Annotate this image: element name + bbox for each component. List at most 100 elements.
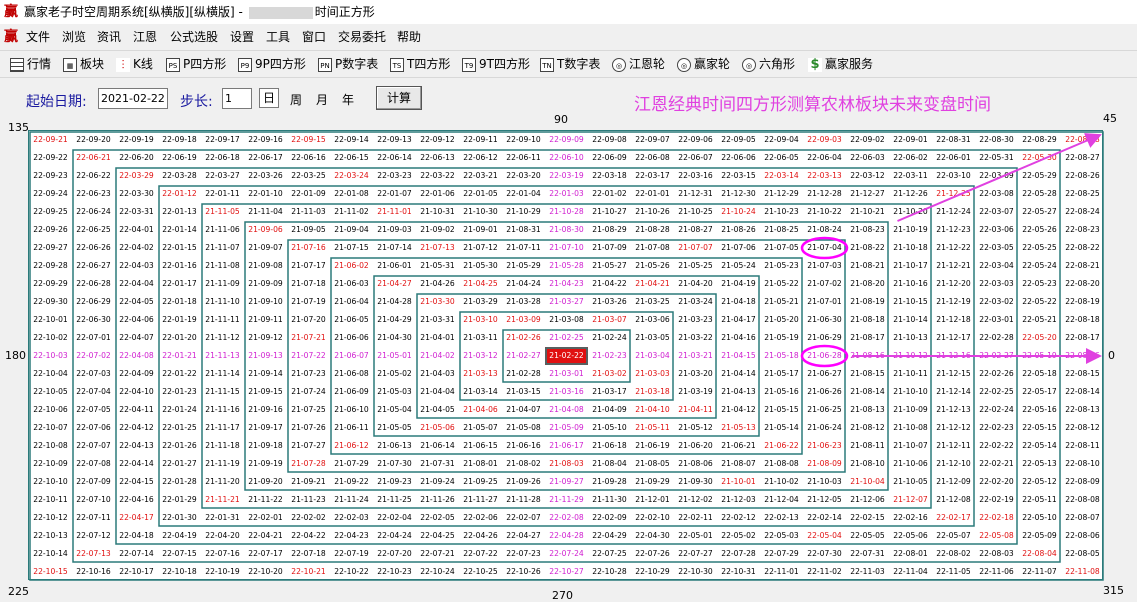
grid-cell: 21-04-18 <box>721 297 756 306</box>
grid-cell: 21-11-09 <box>205 279 240 288</box>
grid-cell: 21-03-08 <box>549 315 584 324</box>
grid-cell: 21-03-06 <box>635 315 670 324</box>
grid-cell: 22-07-07 <box>76 441 111 450</box>
grid-cell: 22-08-30 <box>979 135 1014 144</box>
menu-formula[interactable]: 公式选股 <box>170 26 218 48</box>
grid-cell: 21-12-31 <box>678 189 713 198</box>
unit-day[interactable]: 日 <box>259 88 279 108</box>
tb-t-square[interactable]: TS T四方形 <box>390 51 450 77</box>
grid-cell: 22-08-15 <box>1065 369 1100 378</box>
step-label: 步长: <box>180 94 213 110</box>
grid-cell: 22-08-19 <box>1065 297 1100 306</box>
grid-cell: 22-04-04 <box>119 279 154 288</box>
grid-cell: 21-10-05 <box>893 477 928 486</box>
grid-cell: 22-09-06 <box>678 135 713 144</box>
grid-cell: 22-11-07 <box>1022 567 1057 576</box>
grid-cell: 22-02-08 <box>549 513 584 522</box>
blocks-icon: ▦ <box>63 57 77 72</box>
menu-settings[interactable]: 设置 <box>230 26 254 48</box>
grid-cell: 21-03-02 <box>592 369 627 378</box>
tb-t-table[interactable]: TN T数字表 <box>540 51 600 77</box>
grid-cell: 21-10-14 <box>893 315 928 324</box>
unit-week[interactable]: 周 <box>290 91 302 108</box>
tb-p-table[interactable]: PN P数字表 <box>318 51 378 77</box>
grid-cell: 21-06-07 <box>334 351 369 360</box>
grid-cell: 21-11-24 <box>334 495 369 504</box>
step-input[interactable] <box>222 88 252 109</box>
menu-browse[interactable]: 浏览 <box>62 26 86 48</box>
tb-service[interactable]: $ 赢家服务 <box>808 51 873 77</box>
grid-cell: 22-08-06 <box>1065 531 1100 540</box>
grid-cell: 21-02-25 <box>549 333 584 342</box>
grid-cell: 21-05-22 <box>764 279 799 288</box>
grid-cell: 22-03-04 <box>979 261 1014 270</box>
grid-cell: 22-01-29 <box>162 495 197 504</box>
grid-cell: 21-07-09 <box>592 243 627 252</box>
unit-year[interactable]: 年 <box>342 91 354 108</box>
grid-cell: 21-12-06 <box>850 495 885 504</box>
grid-cell: 22-05-13 <box>1022 459 1057 468</box>
tb-p-square[interactable]: PS P四方形 <box>166 51 226 77</box>
grid-cell: 22-07-09 <box>76 477 111 486</box>
grid-cell: 21-10-24 <box>721 207 756 216</box>
tb-quotes[interactable]: 行情 <box>10 51 51 77</box>
grid-cell: 22-02-17 <box>936 513 971 522</box>
blurred-region <box>248 6 313 19</box>
menu-gann[interactable]: 江恩 <box>133 26 157 48</box>
grid-cell: 21-12-08 <box>936 495 971 504</box>
tb-kline[interactable]: ⫶ K线 <box>116 51 153 77</box>
grid-cell: 22-06-13 <box>420 153 455 162</box>
grid-cell: 21-08-11 <box>850 441 885 450</box>
headline: 江恩经典时间四方形测算农林板块未来变盘时间 <box>634 95 991 115</box>
grid-cell: 22-03-02 <box>979 297 1014 306</box>
grid-cell: 21-11-29 <box>549 495 584 504</box>
tb-winner-wheel[interactable]: ◎ 赢家轮 <box>677 51 730 77</box>
unit-month[interactable]: 月 <box>316 91 328 108</box>
menu-help[interactable]: 帮助 <box>397 26 421 48</box>
grid-cell: 21-08-10 <box>850 459 885 468</box>
menu-file[interactable]: 文件 <box>26 26 50 48</box>
grid-cell: 21-07-20 <box>291 315 326 324</box>
grid-cell: 22-04-14 <box>119 459 154 468</box>
ts-icon: TS <box>390 57 404 72</box>
grid-cell: 22-04-08 <box>119 351 154 360</box>
menu-info[interactable]: 资讯 <box>97 26 121 48</box>
tb-hexagon[interactable]: ◎ 六角形 <box>742 51 795 77</box>
grid-cell: 22-02-26 <box>979 369 1014 378</box>
menu-tools[interactable]: 工具 <box>266 26 290 48</box>
grid-cell: 22-06-15 <box>334 153 369 162</box>
grid-cell: 22-05-22 <box>1022 297 1057 306</box>
grid-cell: 22-10-02 <box>33 333 68 342</box>
grid-cell: 22-08-16 <box>1065 351 1100 360</box>
grid-cell: 21-08-17 <box>850 333 885 342</box>
grid-cell: 22-06-30 <box>76 315 111 324</box>
menu-trade[interactable]: 交易委托 <box>338 26 386 48</box>
tb-9t-square[interactable]: T9 9T四方形 <box>462 51 530 77</box>
grid-cell: 21-05-01 <box>377 351 412 360</box>
start-date-input[interactable] <box>98 88 168 109</box>
grid-cell: 22-06-14 <box>377 153 412 162</box>
grid-cell: 22-07-13 <box>76 549 111 558</box>
grid-cell: 22-04-23 <box>334 531 369 540</box>
tb-blocks[interactable]: ▦ 板块 <box>63 51 104 77</box>
grid-cell: 21-09-16 <box>248 405 283 414</box>
tb-gann-wheel[interactable]: ◎ 江恩轮 <box>612 51 665 77</box>
grid-cell: 21-10-04 <box>850 477 885 486</box>
tb-9p-square[interactable]: P9 9P四方形 <box>238 51 306 77</box>
menu-window[interactable]: 窗口 <box>302 26 326 48</box>
grid-cell: 22-01-30 <box>162 513 197 522</box>
grid-cell: 22-02-01 <box>248 513 283 522</box>
grid-cell: 22-07-17 <box>248 549 283 558</box>
grid-cell: 22-05-18 <box>1022 369 1057 378</box>
grid-cell: 22-05-25 <box>1022 243 1057 252</box>
grid-cell: 21-03-22 <box>678 333 713 342</box>
grid-cell: 21-02-28 <box>506 369 541 378</box>
grid-cell: 21-07-12 <box>463 243 498 252</box>
grid-cell: 22-08-18 <box>1065 315 1100 324</box>
grid-cell: 22-04-06 <box>119 315 154 324</box>
grid-cell: 21-04-10 <box>635 405 670 414</box>
grid-cell: 22-07-26 <box>635 549 670 558</box>
calculate-button[interactable]: 计算 <box>376 86 422 110</box>
grid-cell: 22-09-21 <box>33 135 68 144</box>
winner-wheel-icon: ◎ <box>677 57 691 72</box>
